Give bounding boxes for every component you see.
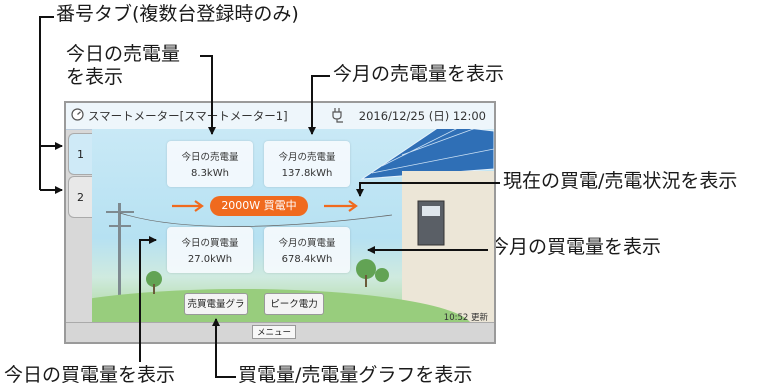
card-today-sell-value: 8.3kWh <box>191 168 229 179</box>
annotation-graph: 買電量/売電量グラフを表示 <box>238 364 473 386</box>
card-month-sell-value: 137.8kWh <box>281 168 333 179</box>
card-today-buy: 今日の買電量 27.0kWh <box>167 227 253 273</box>
card-today-sell-label: 今日の売電量 <box>181 152 239 163</box>
annotation-month-sell: 今月の売電量を表示 <box>333 63 505 85</box>
card-month-buy-value: 678.4kWh <box>281 254 333 265</box>
card-month-sell: 今月の売電量 137.8kWh <box>264 141 350 187</box>
peak-power-button[interactable]: ピーク電力 <box>264 293 324 315</box>
screen-datetime: 2016/12/25 (日) 12:00 <box>358 109 486 123</box>
tab-1[interactable]: 1 <box>68 133 92 175</box>
device-screen: スマートメーター[スマートメーター1] 2016/12/25 (日) 12:00… <box>64 101 496 344</box>
annotation-tab-number: 番号タブ(複数台登録時のみ) <box>56 3 299 25</box>
card-month-sell-label: 今月の売電量 <box>278 152 336 163</box>
annotation-month-buy: 今月の買電量を表示 <box>490 236 662 258</box>
title-bar: スマートメーター[スマートメーター1] 2016/12/25 (日) 12:00 <box>66 103 494 130</box>
scene-panel: 今日の売電量 8.3kWh 今月の売電量 137.8kWh 2000W 買電中 … <box>92 129 494 327</box>
menu-bar: メニュー <box>66 322 494 342</box>
menu-button[interactable]: メニュー <box>252 325 296 339</box>
card-today-sell: 今日の売電量 8.3kWh <box>167 141 253 187</box>
screen-title: スマートメーター[スマートメーター1] <box>88 109 288 123</box>
tab-2[interactable]: 2 <box>68 176 92 218</box>
status-badge: 2000W 買電中 <box>210 196 308 216</box>
graph-button[interactable]: 売買電量グラフ <box>184 293 248 327</box>
card-today-buy-label: 今日の買電量 <box>181 238 239 249</box>
annotation-today-buy: 今日の買電量を表示 <box>4 364 176 386</box>
card-month-buy-label: 今月の買電量 <box>278 238 336 249</box>
meter-icon <box>71 108 84 121</box>
card-month-buy: 今月の買電量 678.4kWh <box>264 227 350 273</box>
card-today-buy-value: 27.0kWh <box>187 254 233 265</box>
annotation-today-sell-line1: 今日の売電量 <box>66 43 181 65</box>
annotation-today-sell-line2: を表示 <box>66 66 124 88</box>
plug-icon <box>332 108 343 123</box>
annotation-current-status: 現在の買電/売電状況を表示 <box>503 170 738 192</box>
